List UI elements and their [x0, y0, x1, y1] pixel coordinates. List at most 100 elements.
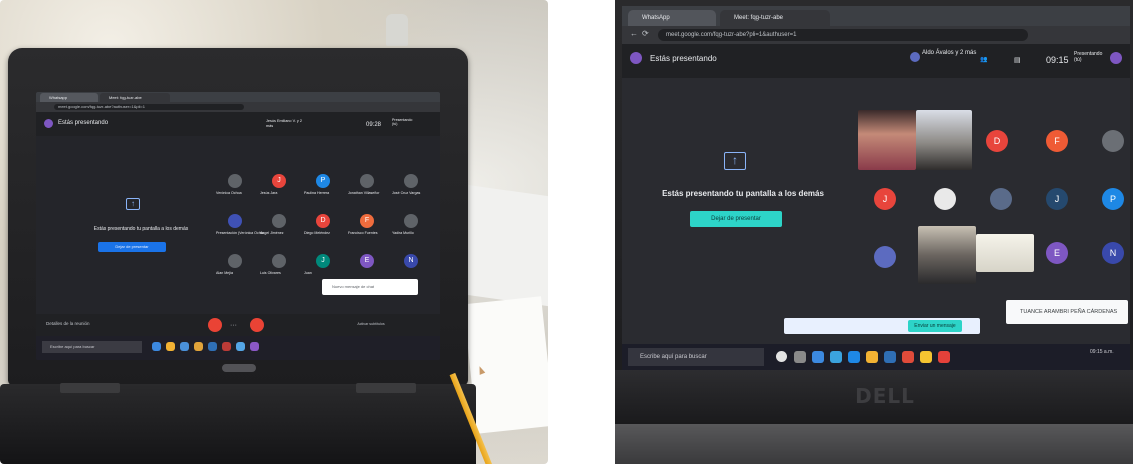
chat-notification[interactable]: Nuevo mensaje de chat — [322, 279, 418, 295]
chrome-icon[interactable] — [848, 351, 860, 363]
bottle — [386, 14, 408, 46]
participant-video — [858, 110, 916, 170]
edge-icon[interactable] — [812, 351, 824, 363]
captions-button[interactable]: Activar subtítulos — [346, 322, 396, 326]
present-screen-icon: ↑ — [126, 198, 140, 210]
app-icon[interactable] — [236, 342, 245, 351]
chat-send-button[interactable]: Enviar un mensaje — [908, 320, 962, 332]
laptop-hinge — [356, 383, 416, 393]
participant-name: Diego Meléndez — [304, 231, 330, 235]
participant-avatar — [990, 188, 1012, 210]
camera-off-button[interactable] — [250, 318, 264, 332]
account-avatar[interactable] — [1110, 52, 1122, 64]
browser-tab[interactable]: WhatsApp — [628, 10, 716, 26]
participant-avatar — [1102, 130, 1124, 152]
app-icon[interactable] — [920, 351, 932, 363]
participant-name: Paulina Herrera — [304, 191, 330, 195]
participant-tile: J Jesús Jara — [260, 172, 300, 202]
address-bar[interactable]: meet.google.com/fqg-tuzr-abe?authuser=1&… — [54, 104, 244, 110]
participant-avatar: N — [404, 254, 418, 268]
mic-off-button[interactable] — [208, 318, 222, 332]
participants-icon[interactable]: 👥 — [980, 56, 987, 63]
participant-avatar: J — [874, 188, 896, 210]
participant-avatar: D — [986, 130, 1008, 152]
photo-left-laptop: Whatsapp Meet: fqg-tuzr-abe meet.google.… — [0, 0, 548, 464]
store-icon[interactable] — [180, 342, 189, 351]
folder-icon[interactable] — [166, 342, 175, 351]
powerpoint-icon[interactable] — [222, 342, 231, 351]
chat-notification[interactable]: TUANCE ARAMBRI PEÑA CÁRDENAS — [1006, 300, 1128, 324]
browser-tab-active[interactable]: Meet: fqg-tuzr-abe — [720, 10, 830, 26]
address-bar[interactable]: meet.google.com/fqg-tuzr-abe?pli=1&authu… — [658, 29, 1028, 41]
presenting-panel: ↑ Estás presentando tu pantalla a los de… — [46, 162, 216, 292]
folder-icon[interactable] — [866, 351, 878, 363]
powerpoint-icon[interactable] — [902, 351, 914, 363]
ie-icon[interactable] — [830, 351, 842, 363]
word-icon[interactable] — [208, 342, 217, 351]
app-icon[interactable] — [938, 351, 950, 363]
presenter-user: Aldo Ávalos y 2 más — [922, 50, 977, 56]
participant-avatar: E — [360, 254, 374, 268]
laptop-logo: DELL — [855, 384, 915, 408]
presenting-label: Estás presentando — [58, 120, 109, 126]
participant-tile: D Diego Meléndez — [304, 212, 344, 242]
app-icon[interactable] — [250, 342, 259, 351]
participant-video — [916, 110, 972, 170]
reload-icon[interactable]: ⟳ — [642, 29, 649, 38]
presenting-badge[interactable]: Presentando (tú) — [1074, 51, 1102, 63]
cortana-icon[interactable] — [776, 351, 787, 362]
paper-sheet — [463, 296, 548, 434]
laptop-logo — [222, 364, 256, 372]
participant-avatar: N — [1102, 242, 1124, 264]
participant-tile: P Paulina Herrera — [304, 172, 344, 202]
participant-avatar — [360, 174, 374, 188]
stop-presenting-button[interactable]: Dejar de presentar — [690, 211, 782, 227]
participant-avatar: J — [316, 254, 330, 268]
participant-avatar: P — [316, 174, 330, 188]
participant-name: Verónica Ochoa — [216, 191, 242, 195]
browser-tab-active[interactable]: Meet: fqg-tuzr-abe — [100, 93, 170, 102]
taskbar-search[interactable]: Escribe aquí para buscar — [42, 341, 142, 353]
edge-icon[interactable] — [152, 342, 161, 351]
participant-avatar: F — [360, 214, 374, 228]
presenting-message: Estás presentando tu pantalla a los demá… — [93, 226, 189, 232]
meeting-details-link[interactable]: Detalles de la reunión — [46, 321, 90, 326]
shared-screen-thumbnail — [976, 234, 1034, 272]
more-icon[interactable]: ··· — [230, 322, 237, 329]
present-screen-icon: ↑ — [724, 152, 746, 170]
meeting-time: 09:15 — [1046, 55, 1069, 65]
participant-avatar — [272, 254, 286, 268]
participant-avatar: J — [272, 174, 286, 188]
meeting-time: 09:28 — [366, 122, 382, 128]
task-view-icon[interactable] — [794, 351, 806, 363]
laptop-keyboard-base — [0, 384, 476, 464]
participant-tile: Presentación (Verónica Ochoa) — [216, 212, 264, 242]
participant-avatar — [228, 214, 242, 228]
chat-icon[interactable]: ▤ — [1014, 56, 1021, 64]
presenting-icon — [630, 52, 642, 64]
participant-avatar: F — [1046, 130, 1068, 152]
participant-avatar: P — [1102, 188, 1124, 210]
taskbar-search[interactable]: Escribe aquí para buscar — [628, 348, 764, 366]
chrome-icon[interactable] — [194, 342, 203, 351]
participant-avatar — [228, 254, 242, 268]
presenting-badge[interactable]: Presentando (tú) — [392, 118, 414, 126]
participant-avatar — [874, 246, 896, 268]
presenting-message: Estás presentando tu pantalla a los demá… — [662, 189, 824, 198]
participant-avatar: E — [1046, 242, 1068, 264]
stop-presenting-button[interactable]: Dejar de presentar — [98, 242, 166, 252]
participant-tile: N — [392, 252, 432, 282]
back-icon[interactable]: ← — [630, 29, 638, 38]
participant-tile: Luis Olivares — [260, 252, 300, 282]
participant-tile: José Cruz Vargas — [392, 172, 432, 202]
participant-name: Luis Olivares — [260, 271, 281, 275]
word-icon[interactable] — [884, 351, 896, 363]
paper-sheet — [460, 183, 548, 307]
presenting-icon — [44, 119, 53, 128]
browser-tab[interactable]: Whatsapp — [40, 93, 98, 102]
presenting-label: Estás presentando — [650, 54, 717, 63]
participant-tile: E — [348, 252, 388, 282]
participant-tile: Jonathan Villaseñor — [348, 172, 388, 202]
participant-name: Presentación (Verónica Ochoa) — [216, 231, 264, 235]
participant-name: Francisco Fuentes — [348, 231, 378, 235]
